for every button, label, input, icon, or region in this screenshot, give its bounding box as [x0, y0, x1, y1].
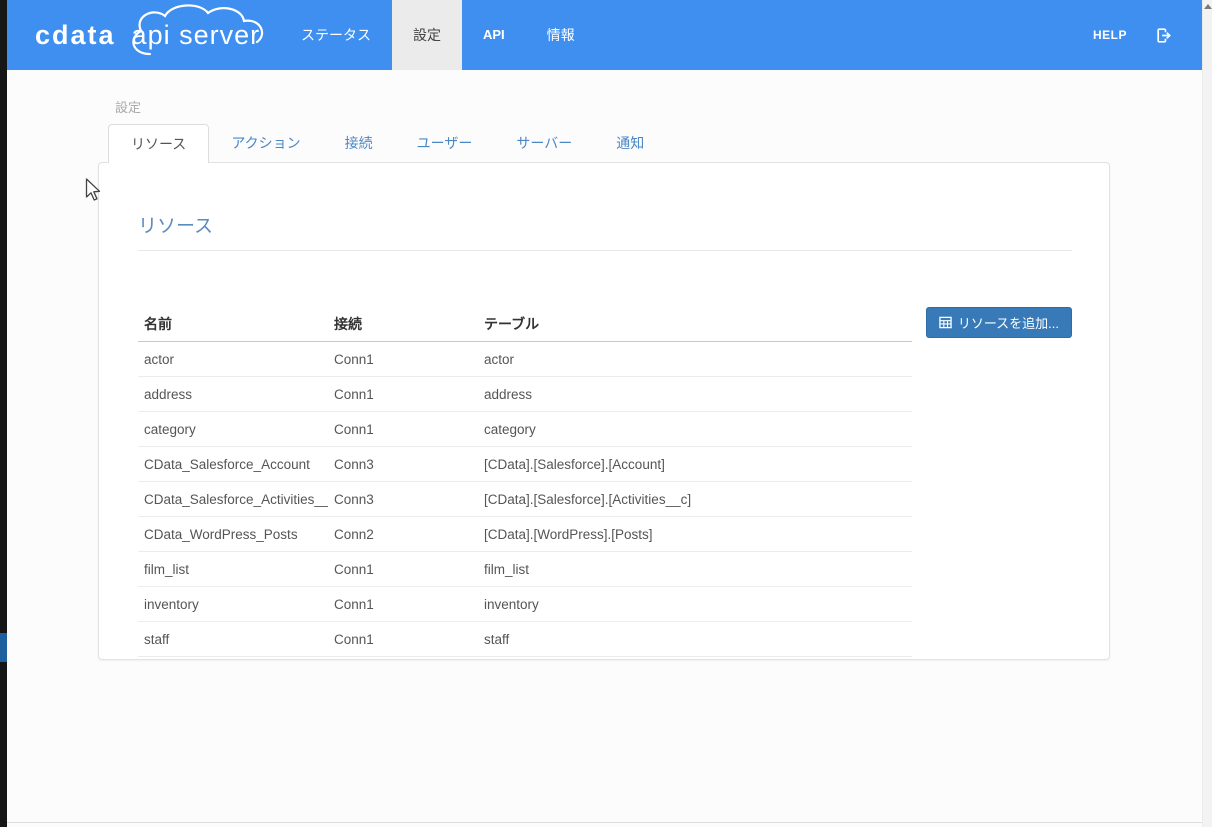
add-resource-button[interactable]: リソースを追加... — [926, 307, 1072, 338]
resource-table-body: actorConn1actoraddressConn1addresscatego… — [138, 342, 912, 657]
resource-name-cell: staff — [138, 622, 328, 656]
resource-name-cell: film_list — [138, 552, 328, 586]
vertical-scrollbar[interactable] — [1202, 0, 1212, 827]
window-left-edge-accent — [0, 633, 7, 662]
table-cell: staff — [478, 622, 912, 656]
nav-item-api[interactable]: API — [462, 0, 526, 70]
scrollbar-up-arrow-icon[interactable] — [1204, 4, 1212, 9]
table-row[interactable]: inventoryConn1inventory — [138, 587, 912, 622]
table-row[interactable]: addressConn1address — [138, 377, 912, 412]
resources-panel: リソース リソースを追加... 名前 接続 テーブル actorConn1act… — [98, 162, 1110, 660]
help-link[interactable]: HELP — [1093, 28, 1127, 42]
table-cell: category — [478, 412, 912, 446]
resource-name-cell: CData_Salesforce_Activities__c — [138, 482, 328, 516]
connection-cell: Conn1 — [328, 342, 478, 376]
connection-cell: Conn1 — [328, 587, 478, 621]
table-row[interactable]: CData_Salesforce_Activities__cConn3[CDat… — [138, 482, 912, 517]
table-cell: [CData].[WordPress].[Posts] — [478, 517, 912, 551]
resource-name-cell: CData_Salesforce_Account — [138, 447, 328, 481]
connection-cell: Conn1 — [328, 622, 478, 656]
column-header-connection: 接続 — [328, 307, 478, 341]
nav-item-info[interactable]: 情報 — [526, 0, 596, 70]
tab-actions[interactable]: アクション — [209, 124, 322, 163]
tab-connections[interactable]: 接続 — [323, 124, 395, 163]
resource-name-cell: CData_WordPress_Posts — [138, 517, 328, 551]
tab-server[interactable]: サーバー — [494, 124, 594, 163]
connection-cell: Conn3 — [328, 447, 478, 481]
table-row[interactable]: actorConn1actor — [138, 342, 912, 377]
table-cell: actor — [478, 342, 912, 376]
panel-title: リソース — [138, 211, 1072, 238]
table-row[interactable]: CData_WordPress_PostsConn2[CData].[WordP… — [138, 517, 912, 552]
table-row[interactable]: CData_Salesforce_AccountConn3[CData].[Sa… — [138, 447, 912, 482]
connection-cell: Conn2 — [328, 517, 478, 551]
window-left-edge — [0, 0, 7, 827]
table-cell: [CData].[Salesforce].[Activities__c] — [478, 482, 912, 516]
table-icon — [939, 316, 952, 329]
table-row[interactable]: staffConn1staff — [138, 622, 912, 657]
app-header: cdata api server ステータス 設定 API 情報 HELP — [7, 0, 1202, 70]
tab-resources[interactable]: リソース — [108, 124, 209, 163]
resource-name-cell: actor — [138, 342, 328, 376]
nav-item-status[interactable]: ステータス — [280, 0, 392, 70]
resource-name-cell: address — [138, 377, 328, 411]
add-resource-button-label: リソースを追加... — [958, 313, 1059, 332]
settings-tab-bar: リソース アクション 接続 ユーザー サーバー 通知 — [108, 124, 666, 163]
resource-name-cell: category — [138, 412, 328, 446]
tab-users[interactable]: ユーザー — [395, 124, 495, 163]
table-cell: film_list — [478, 552, 912, 586]
tab-notifications[interactable]: 通知 — [594, 124, 666, 163]
column-header-name: 名前 — [138, 307, 328, 341]
resource-name-cell: inventory — [138, 587, 328, 621]
table-cell: [CData].[Salesforce].[Account] — [478, 447, 912, 481]
logout-icon[interactable] — [1155, 27, 1172, 44]
table-cell: address — [478, 377, 912, 411]
window-bottom-edge — [7, 822, 1202, 823]
table-header-row: 名前 接続 テーブル — [138, 307, 912, 342]
cdata-api-server-logo: cdata api server — [35, 0, 260, 70]
nav-item-settings[interactable]: 設定 — [392, 0, 462, 70]
table-row[interactable]: film_listConn1film_list — [138, 552, 912, 587]
panel-title-divider — [138, 250, 1072, 251]
connection-cell: Conn3 — [328, 482, 478, 516]
table-cell: inventory — [478, 587, 912, 621]
resources-table: 名前 接続 テーブル actorConn1actoraddressConn1ad… — [138, 307, 912, 657]
table-row[interactable]: categoryConn1category — [138, 412, 912, 447]
connection-cell: Conn1 — [328, 552, 478, 586]
logo-brand-text: cdata — [35, 20, 116, 51]
logo-product-text: api server — [132, 20, 261, 50]
column-header-table: テーブル — [478, 307, 912, 341]
top-navigation: ステータス 設定 API 情報 — [280, 0, 596, 70]
connection-cell: Conn1 — [328, 377, 478, 411]
breadcrumb: 設定 — [115, 97, 141, 116]
connection-cell: Conn1 — [328, 412, 478, 446]
